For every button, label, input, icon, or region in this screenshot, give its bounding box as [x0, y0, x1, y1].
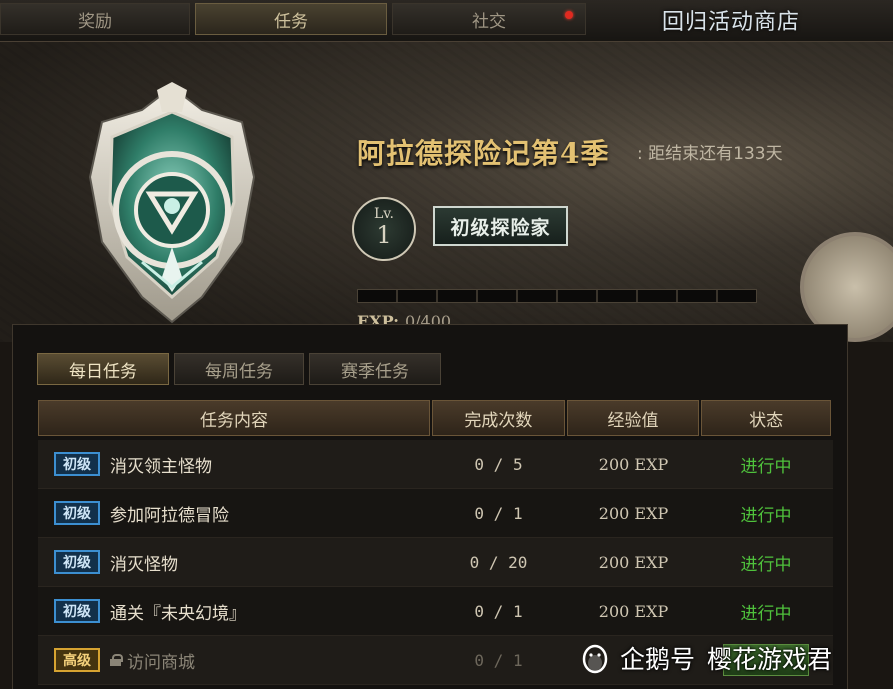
task-count: 0 / 5: [474, 454, 523, 474]
season-emblem-icon: [88, 82, 256, 324]
level-number: 1: [376, 221, 392, 249]
table-row[interactable]: 初级 参加阿拉德冒险 0 / 1 200 EXP 进行中: [38, 489, 833, 538]
task-name: 参加阿拉德冒险: [110, 505, 229, 526]
task-name: 访问商城: [127, 652, 195, 673]
tab-rewards-label: 奖励: [78, 11, 112, 32]
tab-rewards[interactable]: 奖励: [0, 3, 190, 35]
level-badge: Lv. 1: [352, 197, 416, 261]
tab-daily-missions[interactable]: 每日任务: [37, 353, 169, 385]
season-remaining-time: : 距结束还有133天: [637, 144, 783, 164]
tab-weekly-missions[interactable]: 每周任务: [174, 353, 304, 385]
task-status: 进行中: [740, 456, 792, 477]
tab-daily-label: 每日任务: [69, 361, 137, 382]
table-row[interactable]: 初级 消灭领主怪物 0 / 5 200 EXP 进行中: [38, 440, 833, 489]
table-row[interactable]: 初级 通关『未央幻境』 0 / 1 200 EXP 进行中: [38, 587, 833, 636]
header-exp: 经验值: [566, 400, 700, 436]
task-status: 进行中: [740, 505, 792, 526]
mission-panel: 每日任务 每周任务 赛季任务 任务内容 完成次数 经验值 状态 初级 消灭领主怪物…: [12, 324, 848, 689]
tab-missions-label: 任务: [274, 11, 308, 32]
header-status: 状态: [701, 400, 832, 436]
penguin-logo-icon: [582, 644, 608, 674]
watermark: 企鹅号 樱花游戏君: [578, 638, 832, 678]
tier-badge: 初级: [54, 501, 100, 525]
tab-missions[interactable]: 任务: [195, 3, 387, 35]
header-task-content: 任务内容: [38, 400, 430, 436]
level-prefix: Lv.: [374, 206, 394, 222]
task-status: 进行中: [740, 603, 792, 624]
season-panel: 阿拉德探险记第4季 : 距结束还有133天 Lv. 1 初级探险家 EXP: 0/…: [0, 42, 893, 342]
task-name: 消灭领主怪物: [110, 456, 212, 477]
return-event-shop-button[interactable]: 回归活动商店: [662, 4, 800, 36]
task-name: 消灭怪物: [110, 554, 178, 575]
notification-dot-icon: [565, 11, 573, 19]
tab-social-label: 社交: [472, 11, 506, 32]
tier-badge: 高级: [54, 648, 100, 672]
table-header: 任务内容 完成次数 经验值 状态: [38, 400, 833, 436]
tab-social[interactable]: 社交: [392, 3, 586, 35]
header-completion-count: 完成次数: [432, 400, 565, 436]
rank-title-badge: 初级探险家: [433, 206, 568, 246]
watermark-platform: 企鹅号: [620, 645, 696, 674]
task-exp: 200 EXP: [598, 601, 669, 621]
task-exp: 200 EXP: [598, 503, 669, 523]
watermark-author: 樱花游戏君: [707, 645, 833, 674]
tab-season-missions[interactable]: 赛季任务: [309, 353, 441, 385]
table-row[interactable]: 初级 消灭怪物 0 / 20 200 EXP 进行中: [38, 538, 833, 587]
task-exp: 200 EXP: [598, 552, 669, 572]
task-status: 进行中: [740, 554, 792, 575]
season-title: 阿拉德探险记第4季: [357, 137, 610, 170]
exp-progress-bar: [357, 289, 757, 303]
tier-badge: 初级: [54, 599, 100, 623]
task-count: 0 / 20: [469, 552, 528, 572]
lock-icon: [110, 654, 123, 666]
task-name: 通关『未央幻境』: [110, 603, 246, 624]
task-count: 0 / 1: [474, 650, 523, 670]
task-count: 0 / 1: [474, 503, 523, 523]
task-exp: 200 EXP: [598, 454, 669, 474]
tab-weekly-label: 每周任务: [205, 361, 273, 382]
task-count: 0 / 1: [474, 601, 523, 621]
tier-badge: 初级: [54, 452, 100, 476]
top-navigation: 奖励 任务 社交 回归活动商店: [0, 0, 893, 42]
tier-badge: 初级: [54, 550, 100, 574]
tab-season-label: 赛季任务: [341, 361, 409, 382]
